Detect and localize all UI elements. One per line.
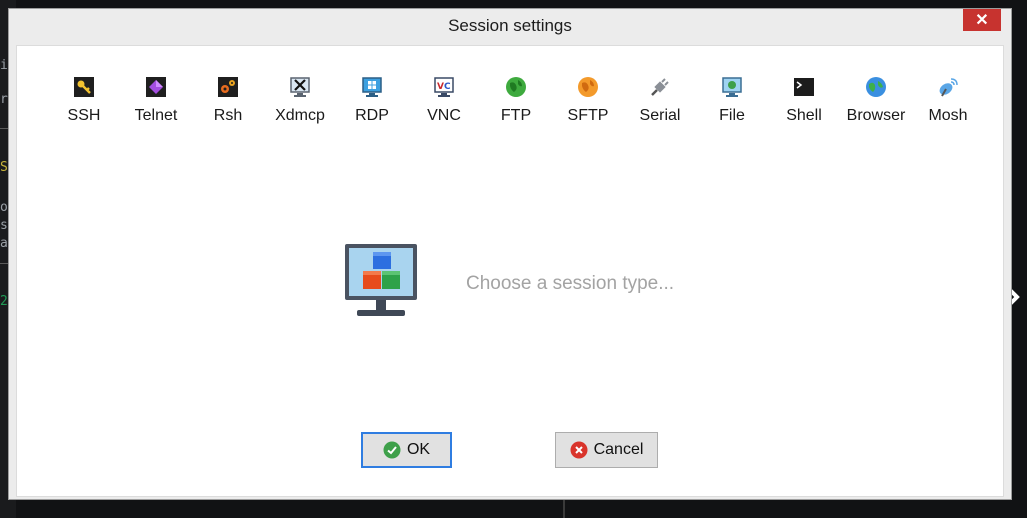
cancel-label: Cancel [593,441,644,458]
windows-monitor-icon [362,77,382,97]
session-type-ssh[interactable]: SSH [54,74,114,134]
check-circle-icon [383,441,401,459]
session-type-mosh[interactable]: Mosh [918,74,978,134]
session-panel: SSH Telnet Rsh Xdmcp RDP V C VNC FTP SFT… [16,45,1004,497]
session-type-file[interactable]: File [702,74,762,134]
session-type-shell[interactable]: Shell [774,74,834,134]
session-settings-dialog: Session settings ✕ SSH Telnet Rsh Xdmcp … [8,8,1012,500]
session-type-telnet[interactable]: Telnet [126,74,186,134]
earth-globe-icon [866,77,886,97]
session-type-label: Rsh [213,107,243,124]
green-globe-icon [506,77,526,97]
session-type-label: Xdmcp [275,107,325,124]
choose-session-placeholder: Choose a session type... [466,273,675,294]
close-button[interactable]: ✕ [963,9,1001,31]
ok-button[interactable]: OK [361,432,452,468]
session-type-label: Mosh [928,107,968,124]
session-type-label: SFTP [567,107,609,124]
cancel-circle-icon [570,441,588,459]
vnc-icon: V C [434,77,454,97]
cancel-button[interactable]: Cancel [555,432,658,468]
session-type-rdp[interactable]: RDP [342,74,402,134]
session-type-label: Shell [786,107,822,124]
ok-label: OK [406,441,431,458]
satellite-icon [939,78,958,97]
session-type-label: Browser [846,107,906,124]
orange-globe-icon [578,77,598,97]
session-type-label: File [719,107,745,124]
telnet-gem-icon [146,77,166,97]
session-type-browser[interactable]: Browser [846,74,906,134]
session-type-ftp[interactable]: FTP [486,74,546,134]
x-display-icon [290,77,310,97]
session-type-label: Telnet [134,107,178,124]
session-type-xdmcp[interactable]: Xdmcp [270,74,330,134]
session-type-sftp[interactable]: SFTP [558,74,618,134]
session-type-label: FTP [500,107,532,124]
session-type-rsh[interactable]: Rsh [198,74,258,134]
dialog-title: Session settings [448,16,572,35]
session-cubes-monitor-icon [345,244,417,316]
svg-text:C: C [444,82,451,92]
session-type-label: SSH [67,107,101,124]
dialog-titlebar: Session settings ✕ [9,9,1011,45]
svg-text:V: V [437,82,444,92]
session-type-label: RDP [355,107,389,124]
plug-icon [651,78,669,96]
key-icon [74,77,94,97]
gears-icon [218,77,238,97]
session-type-serial[interactable]: Serial [630,74,690,134]
terminal-icon [794,78,814,96]
session-type-label: VNC [427,107,461,124]
session-type-label: Serial [639,107,681,124]
session-type-vnc[interactable]: V C VNC [414,74,474,134]
file-monitor-icon [722,77,742,97]
